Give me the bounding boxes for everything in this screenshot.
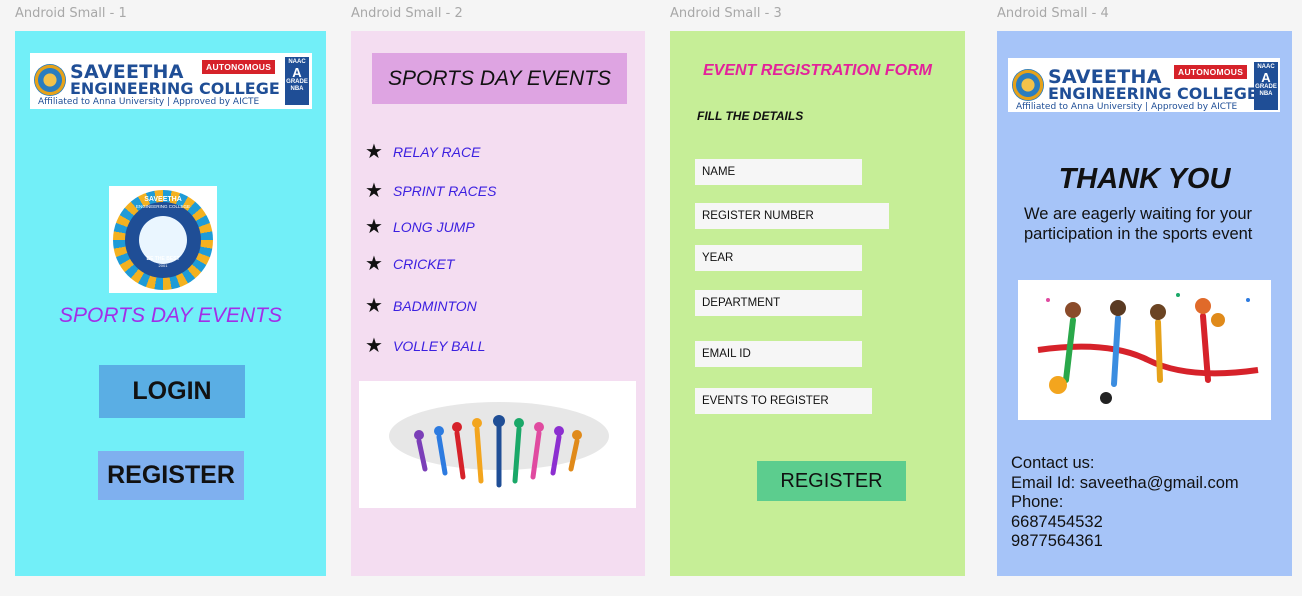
logo-name-line2: ENGINEERING COLLEGE (70, 79, 280, 98)
submit-register-button[interactable]: REGISTER (757, 461, 906, 501)
contact-heading: Contact us: (1011, 454, 1095, 472)
college-logo-banner: SAVEETHA ENGINEERING COLLEGE Affiliated … (1008, 58, 1280, 112)
nba-label: NBA (290, 86, 304, 92)
event-label: SPRINT RACES (393, 182, 497, 199)
event-item-long-jump[interactable]: ★ LONG JUMP (365, 214, 475, 239)
emblem-sub: ENGINEERING COLLEGE (135, 204, 190, 209)
form-subtitle: FILL THE DETAILS (697, 109, 804, 123)
naac-badge: NAAC A GRADE NBA (1254, 62, 1278, 110)
register-number-field[interactable]: REGISTER NUMBER (695, 203, 889, 229)
sports-celebration-illustration (1018, 280, 1271, 420)
naac-badge: NAAC A GRADE NBA (285, 57, 309, 105)
college-seal-icon (1012, 69, 1044, 101)
department-field[interactable]: DEPARTMENT (695, 290, 862, 316)
naac-grade-label: GRADE (286, 79, 308, 85)
naac-grade: A (1261, 70, 1271, 85)
participation-message: We are eagerly waiting for your particip… (1024, 205, 1253, 243)
logo-name-line2: ENGINEERING COLLEGE (1048, 84, 1258, 103)
athletes-illustration (359, 381, 636, 508)
star-icon: ★ (365, 141, 383, 163)
event-item-badminton[interactable]: ★ BADMINTON (365, 293, 477, 318)
event-label: BADMINTON (393, 297, 477, 314)
star-icon: ★ (365, 295, 383, 317)
frame-label-2: Android Small - 2 (351, 6, 463, 21)
star-icon: ★ (365, 216, 383, 238)
year-field[interactable]: YEAR (695, 245, 862, 271)
screen-events: SPORTS DAY EVENTS ★ RELAY RACE ★ SPRINT … (351, 31, 645, 576)
frame-label-3: Android Small - 3 (670, 6, 782, 21)
naac-grade-label: GRADE (1255, 84, 1277, 90)
nba-label: NBA (1259, 91, 1273, 97)
event-label: RELAY RACE (393, 143, 481, 160)
star-icon: ★ (365, 253, 383, 275)
college-emblem: SAVEETHA ENGINEERING COLLEGE BE THE BEST… (109, 186, 217, 293)
contact-phone-1: 6687454532 (1011, 512, 1103, 531)
frame-label-4: Android Small - 4 (997, 6, 1109, 21)
event-label: LONG JUMP (393, 218, 475, 235)
contact-phone-2: 9877564361 (1011, 532, 1103, 550)
college-seal-icon (34, 64, 66, 96)
form-title: EVENT REGISTRATION FORM (702, 62, 933, 79)
logo-affiliation: Affiliated to Anna University | Approved… (1016, 102, 1238, 112)
sports-day-title: SPORTS DAY EVENTS (59, 304, 282, 327)
naac-grade: A (292, 65, 302, 80)
frame-label-1: Android Small - 1 (15, 6, 127, 21)
college-logo-banner: SAVEETHA ENGINEERING COLLEGE Affiliated … (30, 53, 312, 109)
star-icon: ★ (365, 335, 383, 357)
thank-you-heading: THANK YOU (1058, 163, 1231, 195)
contact-block: Contact us: Email Id: saveetha@gmail.com… (1011, 454, 1239, 552)
events-to-register-field[interactable]: EVENTS TO REGISTER (695, 388, 872, 414)
login-button[interactable]: LOGIN (99, 365, 245, 418)
emblem-year: 2001 (158, 263, 168, 268)
logo-affiliation: Affiliated to Anna University | Approved… (38, 97, 260, 107)
events-header: SPORTS DAY EVENTS (372, 53, 627, 104)
event-label: CRICKET (393, 255, 455, 272)
contact-email: Email Id: saveetha@gmail.com (1011, 473, 1239, 492)
autonomous-badge: AUTONOMOUS (1174, 65, 1248, 79)
event-item-cricket[interactable]: ★ CRICKET (365, 251, 454, 276)
screen-home: SAVEETHA ENGINEERING COLLEGE Affiliated … (15, 31, 326, 576)
star-icon: ★ (365, 180, 383, 202)
name-field[interactable]: NAME (695, 159, 862, 185)
autonomous-badge: AUTONOMOUS (202, 60, 276, 74)
contact-phone-label: Phone: (1011, 493, 1064, 511)
event-item-sprint-races[interactable]: ★ SPRINT RACES (365, 178, 496, 203)
emblem-name: SAVEETHA (144, 196, 182, 203)
event-item-volley-ball[interactable]: ★ VOLLEY BALL (365, 333, 485, 358)
event-item-relay-race[interactable]: ★ RELAY RACE (365, 139, 480, 164)
email-field[interactable]: EMAIL ID (695, 341, 862, 367)
emblem-motto: BE THE BEST (146, 256, 180, 262)
screen-registration-form: EVENT REGISTRATION FORM FILL THE DETAILS… (670, 31, 965, 576)
event-label: VOLLEY BALL (393, 337, 486, 354)
screen-thank-you: SAVEETHA ENGINEERING COLLEGE Affiliated … (997, 31, 1292, 576)
register-button[interactable]: REGISTER (98, 451, 244, 500)
